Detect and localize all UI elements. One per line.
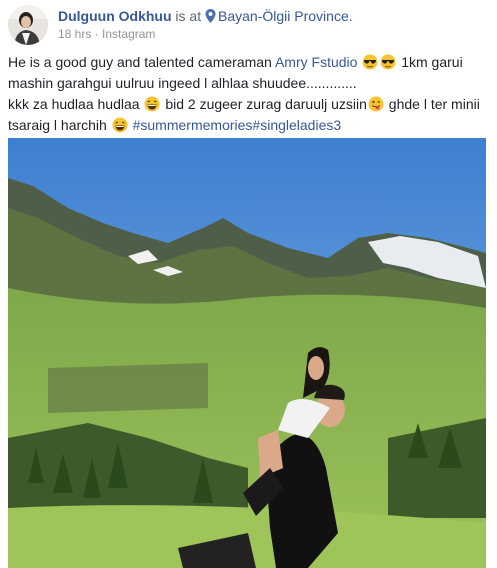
sunglasses-emoji-icon (380, 54, 396, 70)
sunglasses-emoji-icon (362, 54, 378, 70)
avatar[interactable] (8, 5, 48, 45)
text-segment: tsaraig l harchih (8, 117, 107, 133)
text-line-1: He is a good guy and talented cameraman … (8, 52, 490, 73)
facebook-post: Dulguun Odkhuu is at Bayan-Ölgii Provinc… (0, 0, 497, 568)
meta-separator: · (94, 27, 99, 41)
post-text: He is a good guy and talented cameraman … (8, 52, 490, 136)
text-segment: kkk za hudlaa hudlaa (8, 96, 140, 112)
text-segment: bid 2 zugeer zurag daruulj uzsiin (165, 96, 367, 112)
hashtag-link[interactable]: #summermemories (133, 117, 253, 133)
text-line-4: tsaraig l harchih #summermemories#single… (8, 115, 490, 136)
is-at-text: is at (175, 8, 202, 24)
author-line: Dulguun Odkhuu is at Bayan-Ölgii Provinc… (58, 8, 353, 24)
mountain-meadow-photo (8, 138, 486, 568)
text-segment: ghde l ter minii (388, 96, 480, 112)
text-line-3: kkk za hudlaa hudlaa bid 2 zugeer zurag … (8, 94, 490, 115)
post-meta: 18 hrs · Instagram (58, 27, 155, 41)
location-link[interactable]: Bayan-Ölgii Province. (218, 8, 353, 24)
author-name[interactable]: Dulguun Odkhuu (58, 8, 172, 24)
post-photo[interactable] (8, 138, 486, 568)
location-pin-icon (205, 9, 216, 23)
timestamp[interactable]: 18 hrs (58, 27, 91, 41)
hashtag-link[interactable]: #singleladies3 (252, 117, 341, 133)
source-label: Instagram (102, 27, 156, 41)
text-segment: He is a good guy and talented cameraman (8, 54, 272, 70)
post-header: Dulguun Odkhuu is at Bayan-Ölgii Provinc… (8, 5, 488, 45)
text-line-2: mashin garahgui uulruu ingeed l alhlaa s… (8, 75, 357, 91)
mention-link[interactable]: Amry Fstudio (275, 54, 357, 70)
laughing-emoji-icon (112, 117, 128, 133)
laughing-emoji-icon (144, 96, 160, 112)
text-segment: 1km garui (401, 54, 463, 70)
winking-tongue-emoji-icon (368, 96, 384, 112)
